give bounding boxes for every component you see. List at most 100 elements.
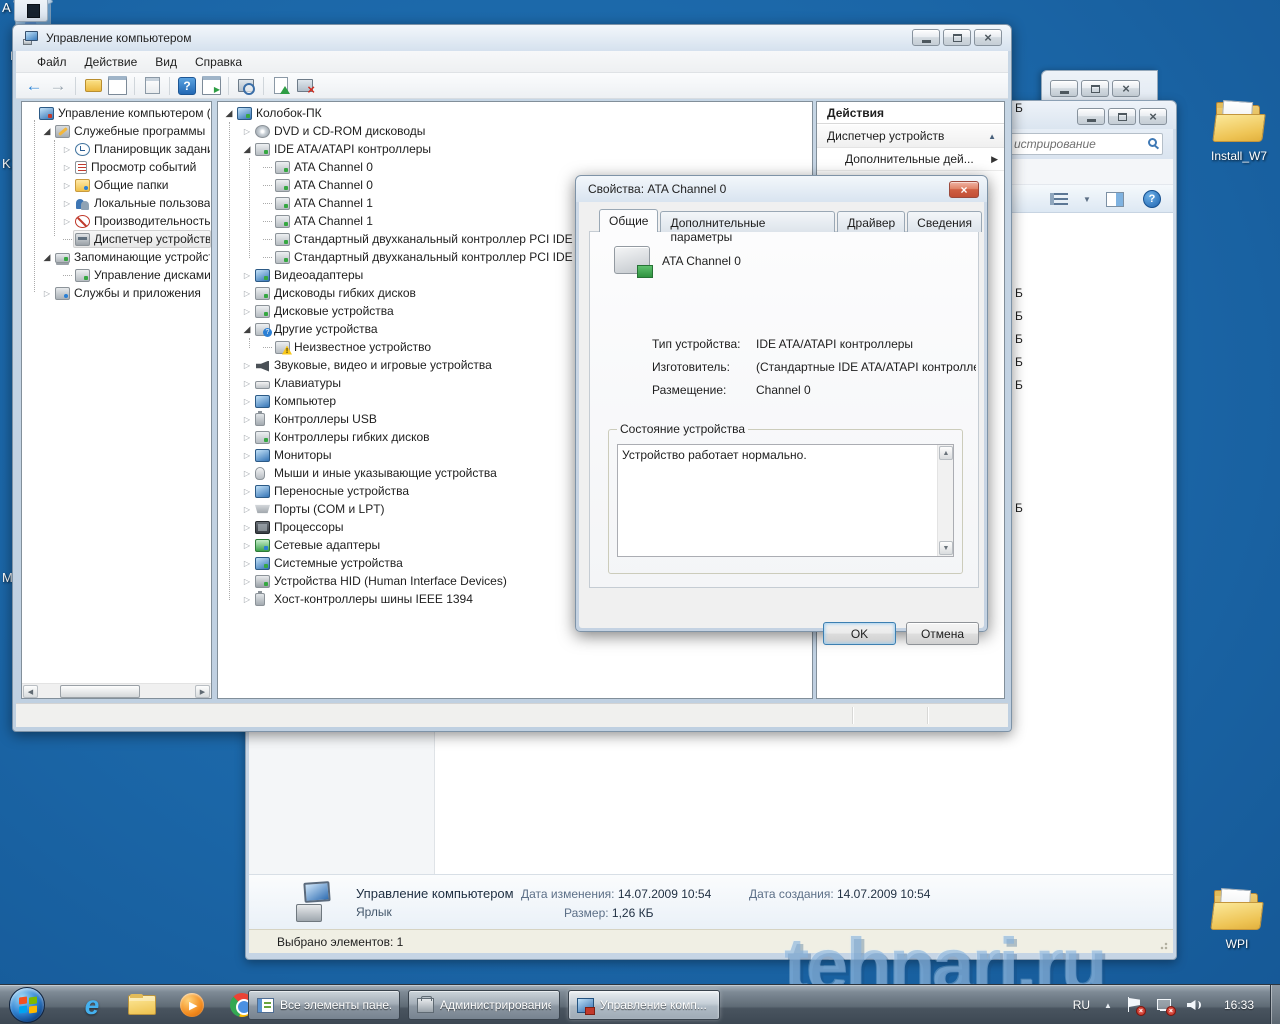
- expander-icon[interactable]: [241, 127, 253, 136]
- expander-icon[interactable]: [261, 221, 273, 222]
- expander-icon[interactable]: [261, 257, 273, 258]
- separator[interactable]: [134, 77, 135, 95]
- expander-icon[interactable]: [241, 433, 253, 442]
- expander-icon[interactable]: [261, 167, 273, 168]
- internet-explorer-icon[interactable]: [78, 991, 106, 1019]
- expander-icon[interactable]: [241, 541, 253, 550]
- separator[interactable]: [263, 77, 264, 95]
- media-player-icon[interactable]: [178, 991, 206, 1019]
- expander-icon[interactable]: [261, 203, 273, 204]
- tree-item[interactable]: Просмотр событий: [22, 158, 211, 176]
- minimize-button[interactable]: [1050, 80, 1078, 97]
- scroll-down-button[interactable]: ▼: [939, 541, 953, 555]
- menu-item[interactable]: Вид: [146, 53, 186, 71]
- expander-icon[interactable]: [241, 523, 253, 532]
- expander-icon[interactable]: [261, 347, 273, 348]
- preview-pane-icon[interactable]: [1105, 190, 1125, 208]
- separator[interactable]: [169, 77, 170, 95]
- dialog-tab[interactable]: Дополнительные параметры: [660, 211, 835, 232]
- expander-icon[interactable]: [61, 163, 73, 172]
- tree-item[interactable]: Службы и приложения: [22, 284, 211, 302]
- dialog-tab[interactable]: Общие: [599, 209, 658, 232]
- scrollbar-thumb[interactable]: [60, 685, 140, 698]
- minimize-button[interactable]: [1077, 108, 1105, 125]
- uninstall-device-icon[interactable]: [295, 76, 315, 96]
- desktop-icon[interactable]: WPI: [1204, 888, 1270, 951]
- device-tree-item[interactable]: ATA Channel 0: [218, 158, 812, 176]
- maximize-button[interactable]: [943, 29, 971, 46]
- expander-icon[interactable]: [241, 595, 253, 604]
- dialog-tab[interactable]: Сведения: [907, 211, 982, 232]
- dialog-tab[interactable]: Драйвер: [837, 211, 905, 232]
- export-list-icon[interactable]: [142, 76, 162, 96]
- tree-item[interactable]: Управление дисками: [22, 266, 211, 284]
- resize-grip[interactable]: [1160, 940, 1170, 950]
- expander-icon[interactable]: [241, 271, 253, 280]
- forward-icon[interactable]: [48, 76, 68, 96]
- windows-explorer-icon[interactable]: [128, 991, 156, 1019]
- cancel-button[interactable]: Отмена: [906, 622, 979, 645]
- tree-item[interactable]: Диспетчер устройств: [22, 230, 211, 248]
- network-status-icon[interactable]: ×: [1156, 997, 1172, 1013]
- taskbar-button[interactable]: Управление комп...: [568, 990, 720, 1020]
- expander-icon[interactable]: [41, 289, 53, 298]
- expander-icon[interactable]: [241, 324, 253, 335]
- expander-icon[interactable]: [241, 397, 253, 406]
- update-driver-icon[interactable]: [271, 76, 291, 96]
- expander-icon[interactable]: [241, 487, 253, 496]
- scroll-right-button[interactable]: ▶: [195, 685, 210, 698]
- expander-icon[interactable]: [223, 108, 235, 119]
- language-indicator[interactable]: RU: [1073, 998, 1090, 1012]
- separator[interactable]: [75, 77, 76, 95]
- close-button[interactable]: ×: [1112, 80, 1140, 97]
- expander-icon[interactable]: [41, 126, 53, 137]
- action-center-flag-icon[interactable]: ×: [1126, 997, 1142, 1013]
- taskbar-button[interactable]: Все элементы пане...: [248, 990, 400, 1020]
- tree-item[interactable]: Общие папки: [22, 176, 211, 194]
- minimize-button[interactable]: [912, 29, 940, 46]
- expander-icon[interactable]: [41, 252, 53, 263]
- volume-icon[interactable]: [1186, 997, 1202, 1013]
- chevron-down-icon[interactable]: ▼: [1077, 190, 1097, 208]
- actions-group-device-manager[interactable]: Диспетчер устройств ▲: [817, 125, 1004, 148]
- change-view-icon[interactable]: [1049, 190, 1069, 208]
- actions-more-item[interactable]: Дополнительные дей... ▶: [817, 148, 1004, 171]
- dialog-titlebar[interactable]: Свойства: ATA Channel 0: [576, 176, 987, 202]
- tree-item[interactable]: Запоминающие устройст: [22, 248, 211, 266]
- expander-icon[interactable]: [241, 415, 253, 424]
- device-status-textarea[interactable]: Устройство работает нормально. ▲ ▼: [617, 444, 954, 557]
- menu-item[interactable]: Справка: [186, 53, 251, 71]
- horizontal-scrollbar[interactable]: ◀ ▶: [22, 683, 211, 698]
- scan-hardware-icon[interactable]: [236, 76, 256, 96]
- expander-icon[interactable]: [61, 199, 73, 208]
- help-icon[interactable]: [1142, 190, 1162, 208]
- expander-icon[interactable]: [61, 275, 73, 276]
- close-button[interactable]: ×: [949, 181, 979, 198]
- expander-icon[interactable]: [241, 379, 253, 388]
- expander-icon[interactable]: [241, 289, 253, 298]
- hidden-icons-chevron[interactable]: ▲: [1104, 1001, 1112, 1010]
- expander-icon[interactable]: [261, 185, 273, 186]
- device-tree-item[interactable]: IDE ATA/ATAPI контроллеры: [218, 140, 812, 158]
- action-pane-icon[interactable]: [201, 76, 221, 96]
- expander-icon[interactable]: [61, 239, 73, 240]
- show-desktop-button[interactable]: [1270, 985, 1280, 1024]
- console-window-icon[interactable]: [107, 76, 127, 96]
- expander-icon[interactable]: [61, 145, 73, 154]
- expander-icon[interactable]: [61, 181, 73, 190]
- tree-item[interactable]: Локальные пользовате: [22, 194, 211, 212]
- expander-icon[interactable]: [241, 577, 253, 586]
- separator[interactable]: [228, 77, 229, 95]
- back-icon[interactable]: [24, 76, 44, 96]
- maximize-button[interactable]: [1081, 80, 1109, 97]
- start-button[interactable]: [9, 987, 45, 1023]
- device-tree-item[interactable]: Колобок-ПК: [218, 104, 812, 122]
- expander-icon[interactable]: [241, 469, 253, 478]
- cm-titlebar[interactable]: Управление компьютером: [13, 25, 1011, 51]
- collapse-icon[interactable]: ▲: [988, 132, 996, 141]
- scroll-left-button[interactable]: ◀: [23, 685, 38, 698]
- tree-item[interactable]: Планировщик заданий: [22, 140, 211, 158]
- expander-icon[interactable]: [241, 361, 253, 370]
- menu-item[interactable]: Действие: [76, 53, 147, 71]
- help-icon[interactable]: [177, 76, 197, 96]
